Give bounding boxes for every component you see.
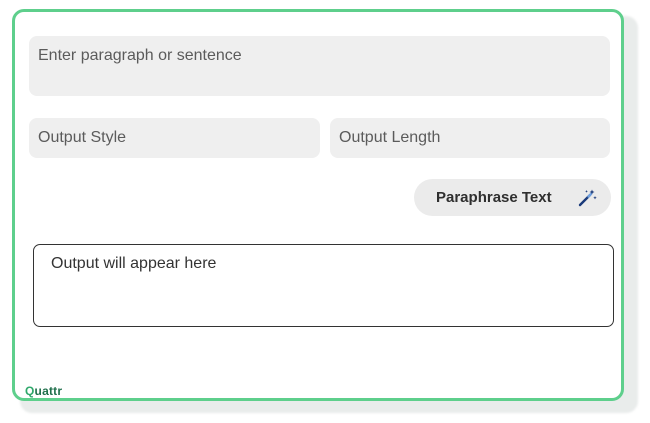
output-style-select[interactable]: Output Style [29, 118, 320, 158]
logo-text: uattr [34, 384, 63, 398]
paraphrase-text-button[interactable]: Paraphrase Text [414, 179, 611, 216]
logo-letter-q: Q [25, 384, 35, 398]
quattr-logo: Quattr [25, 384, 62, 398]
paraphrase-tool: Enter paragraph or sentence Output Style… [0, 0, 650, 423]
magic-wand-icon [577, 188, 597, 208]
output-placeholder: Output will appear here [51, 255, 217, 272]
paragraph-input-placeholder: Enter paragraph or sentence [38, 47, 242, 64]
tool-card: Enter paragraph or sentence Output Style… [12, 9, 624, 401]
paragraph-input[interactable]: Enter paragraph or sentence [29, 36, 610, 96]
output-style-label: Output Style [38, 129, 127, 146]
paraphrase-button-label: Paraphrase Text [436, 189, 552, 206]
output-length-label: Output Length [339, 129, 441, 146]
output-length-select[interactable]: Output Length [330, 118, 610, 158]
output-area[interactable]: Output will appear here [33, 244, 614, 327]
